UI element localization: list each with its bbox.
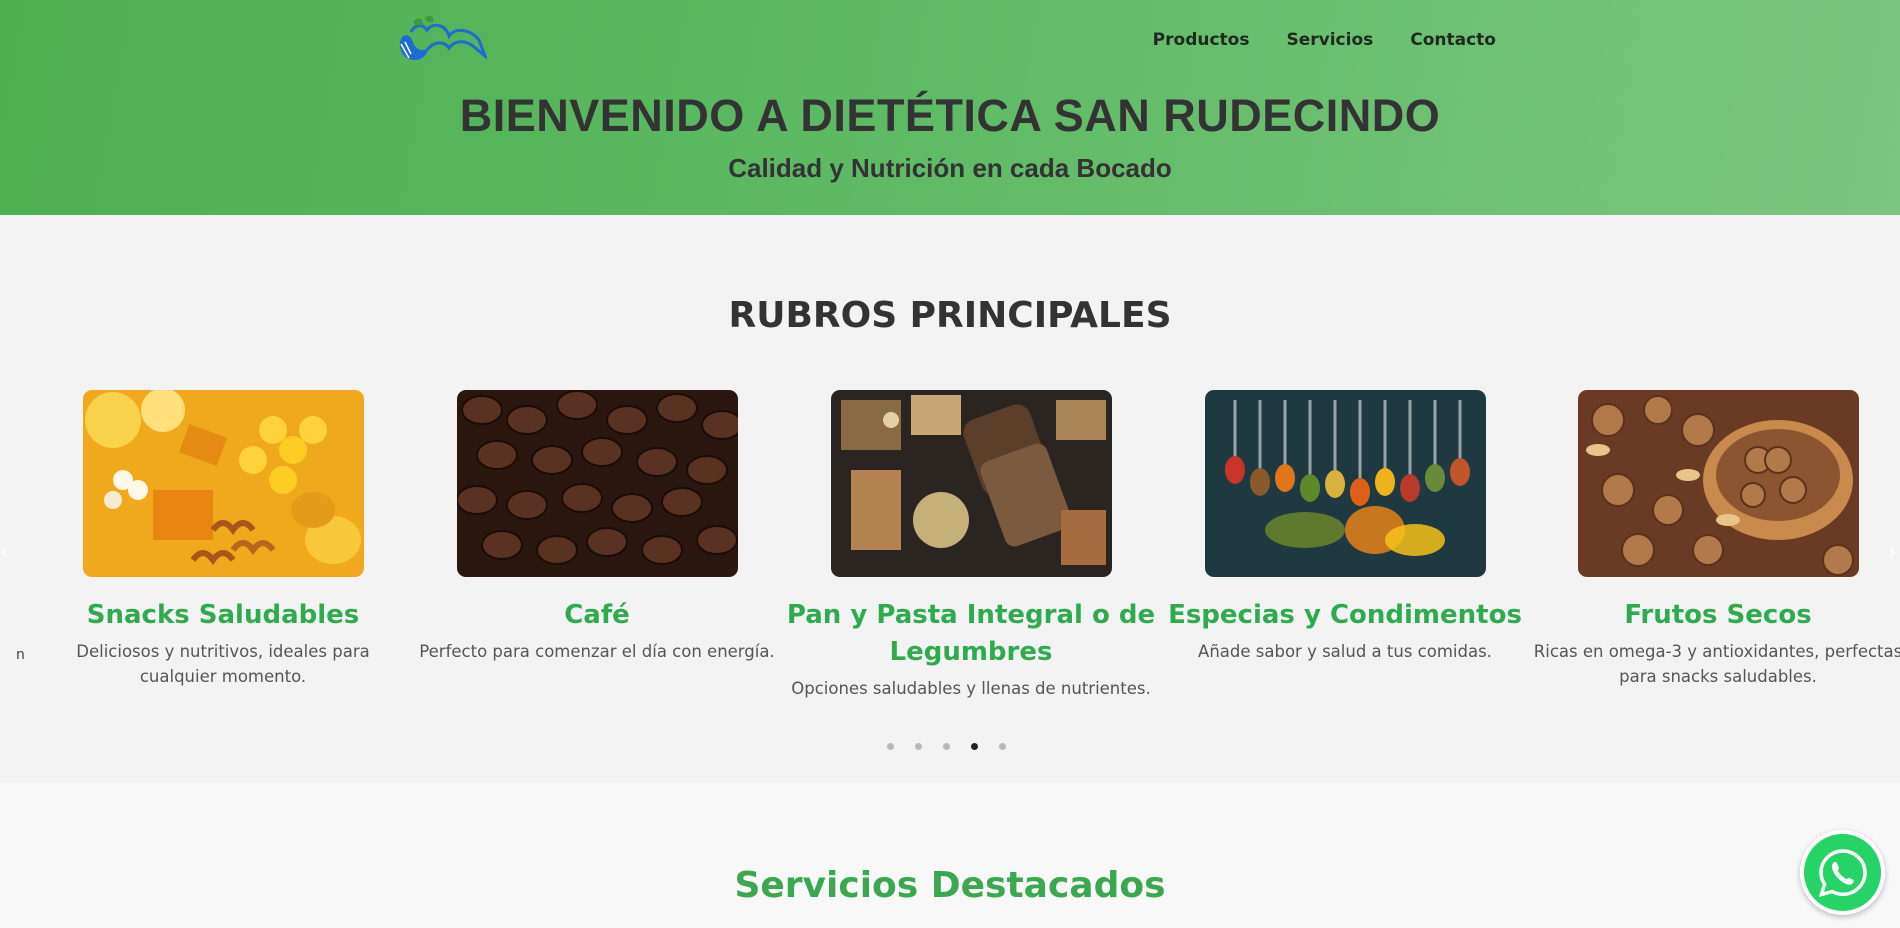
bread-pasta-photo [830,390,1112,577]
hero-header: Productos Servicios Contacto BIENVENIDO … [0,0,1900,215]
nav-contacto[interactable]: Contacto [1410,30,1496,50]
carousel-dots [887,743,1006,750]
carousel-dot[interactable] [887,743,894,750]
hero-title: BIENVENIDO A DIETÉTICA SAN RUDECINDO [459,90,1441,141]
spices-photo [1204,390,1486,577]
card-title: Frutos Secos [1624,600,1812,630]
servicios-section: Servicios Destacados [0,783,1900,928]
carousel-prev-arrow[interactable]: ‹ [0,542,14,564]
snacks-photo [82,390,364,577]
card-description: Opciones saludables y llenas de nutrient… [791,679,1151,698]
card-title: Especias y Condimentos [1168,600,1522,630]
card-especias[interactable]: Especias y Condimentos Añade sabor y sal… [1158,390,1532,664]
carousel-dot[interactable] [943,743,950,750]
card-title: Pan y Pasta Integral o de Legumbres [786,600,1156,667]
rubros-title: RUBROS PRINCIPALES [728,295,1172,336]
card-cafe[interactable]: Café Perfecto para comenzar el día con e… [410,390,784,664]
carousel-dot-active[interactable] [971,743,978,750]
card-frutos-secos[interactable]: Frutos Secos Ricas en omega-3 y antioxid… [1531,390,1900,689]
coffee-beans-photo [456,390,738,577]
card-description: Añade sabor y salud a tus comidas. [1198,642,1492,661]
carousel-dot[interactable] [915,743,922,750]
rubros-section: RUBROS PRINCIPALES ‹ › n Snacks Saludabl… [0,215,1900,783]
card-description: Perfecto para comenzar el día con energí… [419,642,775,661]
card-description: Deliciosos y nutritivos, ideales para cu… [76,642,370,686]
card-title: Snacks Saludables [86,600,360,630]
card-pan-pasta[interactable]: Pan y Pasta Integral o de Legumbres Opci… [784,390,1158,701]
nuts-photo [1577,390,1859,577]
nav-productos[interactable]: Productos [1153,30,1250,50]
card-title: Café [564,600,630,630]
nav-servicios[interactable]: Servicios [1286,30,1373,50]
hero-subtitle: Calidad y Nutrición en cada Bocado [728,153,1172,183]
stray-text: n [16,647,25,663]
card-snacks[interactable]: Snacks Saludables Deliciosos y nutritivo… [36,390,410,689]
carousel-dot[interactable] [999,743,1006,750]
main-nav: Productos Servicios Contacto [1153,30,1496,50]
card-description: Ricas en omega-3 y antioxidantes, perfec… [1533,642,1900,686]
servicios-title: Servicios Destacados [734,865,1166,906]
whatsapp-icon [1818,848,1867,897]
whatsapp-button[interactable] [1800,830,1885,915]
brand-logo[interactable] [393,14,489,64]
